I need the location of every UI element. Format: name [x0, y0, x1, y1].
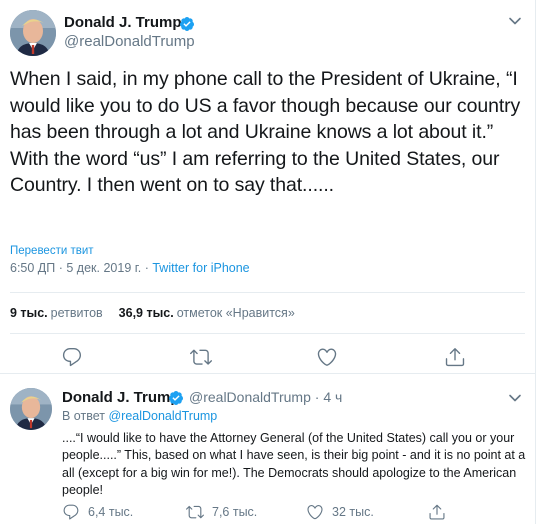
divider — [10, 333, 525, 334]
reply-text: ....“I would like to have the Attorney G… — [62, 431, 526, 497]
reply-author-name[interactable]: Donald J. Trump — [62, 389, 180, 406]
avatar[interactable] — [10, 10, 56, 56]
tweet-thread: Donald J. Trump @realDonaldTrump When I … — [0, 0, 536, 524]
meta-dot: · — [314, 389, 320, 405]
retweets-count: 9 тыс. — [10, 306, 48, 320]
reply-icon — [63, 504, 79, 520]
likes-stat[interactable]: 36,9 тыс. отметок «Нравится» — [119, 306, 295, 320]
reply-count: 6,4 тыс. — [88, 505, 134, 519]
author-name[interactable]: Donald J. Trump — [64, 14, 182, 31]
tweet-stats: 9 тыс. ретвитов 36,9 тыс. отметок «Нравится… — [10, 306, 295, 320]
like-icon — [307, 505, 323, 520]
chevron-down-icon[interactable] — [508, 14, 522, 28]
tweet-actions — [0, 346, 536, 368]
tweet-date[interactable]: 5 дек. 2019 г. — [66, 261, 141, 275]
author-handle[interactable]: @realDonaldTrump — [64, 33, 195, 50]
reply-to-handle[interactable]: @realDonaldTrump — [108, 409, 217, 423]
likes-count: 36,9 тыс. — [118, 306, 174, 320]
likes-label: отметок «Нравится» — [176, 306, 295, 320]
reply-actions: 6,4 тыс. 7,6 тыс. 32 тыс. — [0, 503, 536, 523]
retweets-label: ретвитов — [50, 306, 103, 320]
avatar-image — [10, 10, 56, 56]
retweet-icon — [186, 505, 204, 519]
reply-time[interactable]: 4 ч — [323, 389, 342, 405]
reply-prefix: В ответ — [62, 409, 105, 423]
like-count: 32 тыс. — [332, 505, 374, 519]
reply-author-handle[interactable]: @realDonaldTrump — [189, 389, 311, 405]
retweet-icon[interactable] — [190, 346, 212, 368]
tweet-time[interactable]: 6:50 ДП — [10, 261, 55, 275]
verified-badge-icon — [168, 391, 183, 405]
reply-button[interactable]: 6,4 тыс. — [62, 503, 133, 521]
share-button[interactable] — [428, 503, 446, 521]
tweet-source[interactable]: Twitter for iPhone — [152, 261, 249, 275]
tweet-text: When I said, in my phone call to the Pre… — [10, 68, 521, 196]
reply-avatar[interactable] — [10, 388, 52, 430]
reply-handle-line: @realDonaldTrump · 4 ч — [189, 389, 342, 405]
share-icon — [429, 504, 445, 520]
retweet-button[interactable]: 7,6 тыс. — [186, 503, 257, 521]
avatar-image — [10, 388, 52, 430]
share-icon[interactable] — [444, 346, 466, 368]
main-tweet: Donald J. Trump @realDonaldTrump When I … — [0, 0, 535, 374]
tweet-timestamp: 6:50 ДП · 5 дек. 2019 г. · Twitter for i… — [10, 261, 250, 275]
reply-icon[interactable] — [61, 346, 83, 368]
like-button[interactable]: 32 тыс. — [306, 503, 374, 521]
meta-separator: · — [141, 261, 153, 275]
meta-separator: · — [55, 261, 67, 275]
like-icon[interactable] — [316, 346, 338, 368]
verified-badge-icon — [179, 17, 194, 31]
chevron-down-icon[interactable] — [508, 391, 522, 405]
retweet-count: 7,6 тыс. — [212, 505, 258, 519]
retweets-stat[interactable]: 9 тыс. ретвитов — [10, 306, 103, 320]
replying-to: В ответ @realDonaldTrump — [62, 409, 217, 423]
translate-link[interactable]: Перевести твит — [10, 245, 94, 257]
divider — [10, 292, 525, 293]
